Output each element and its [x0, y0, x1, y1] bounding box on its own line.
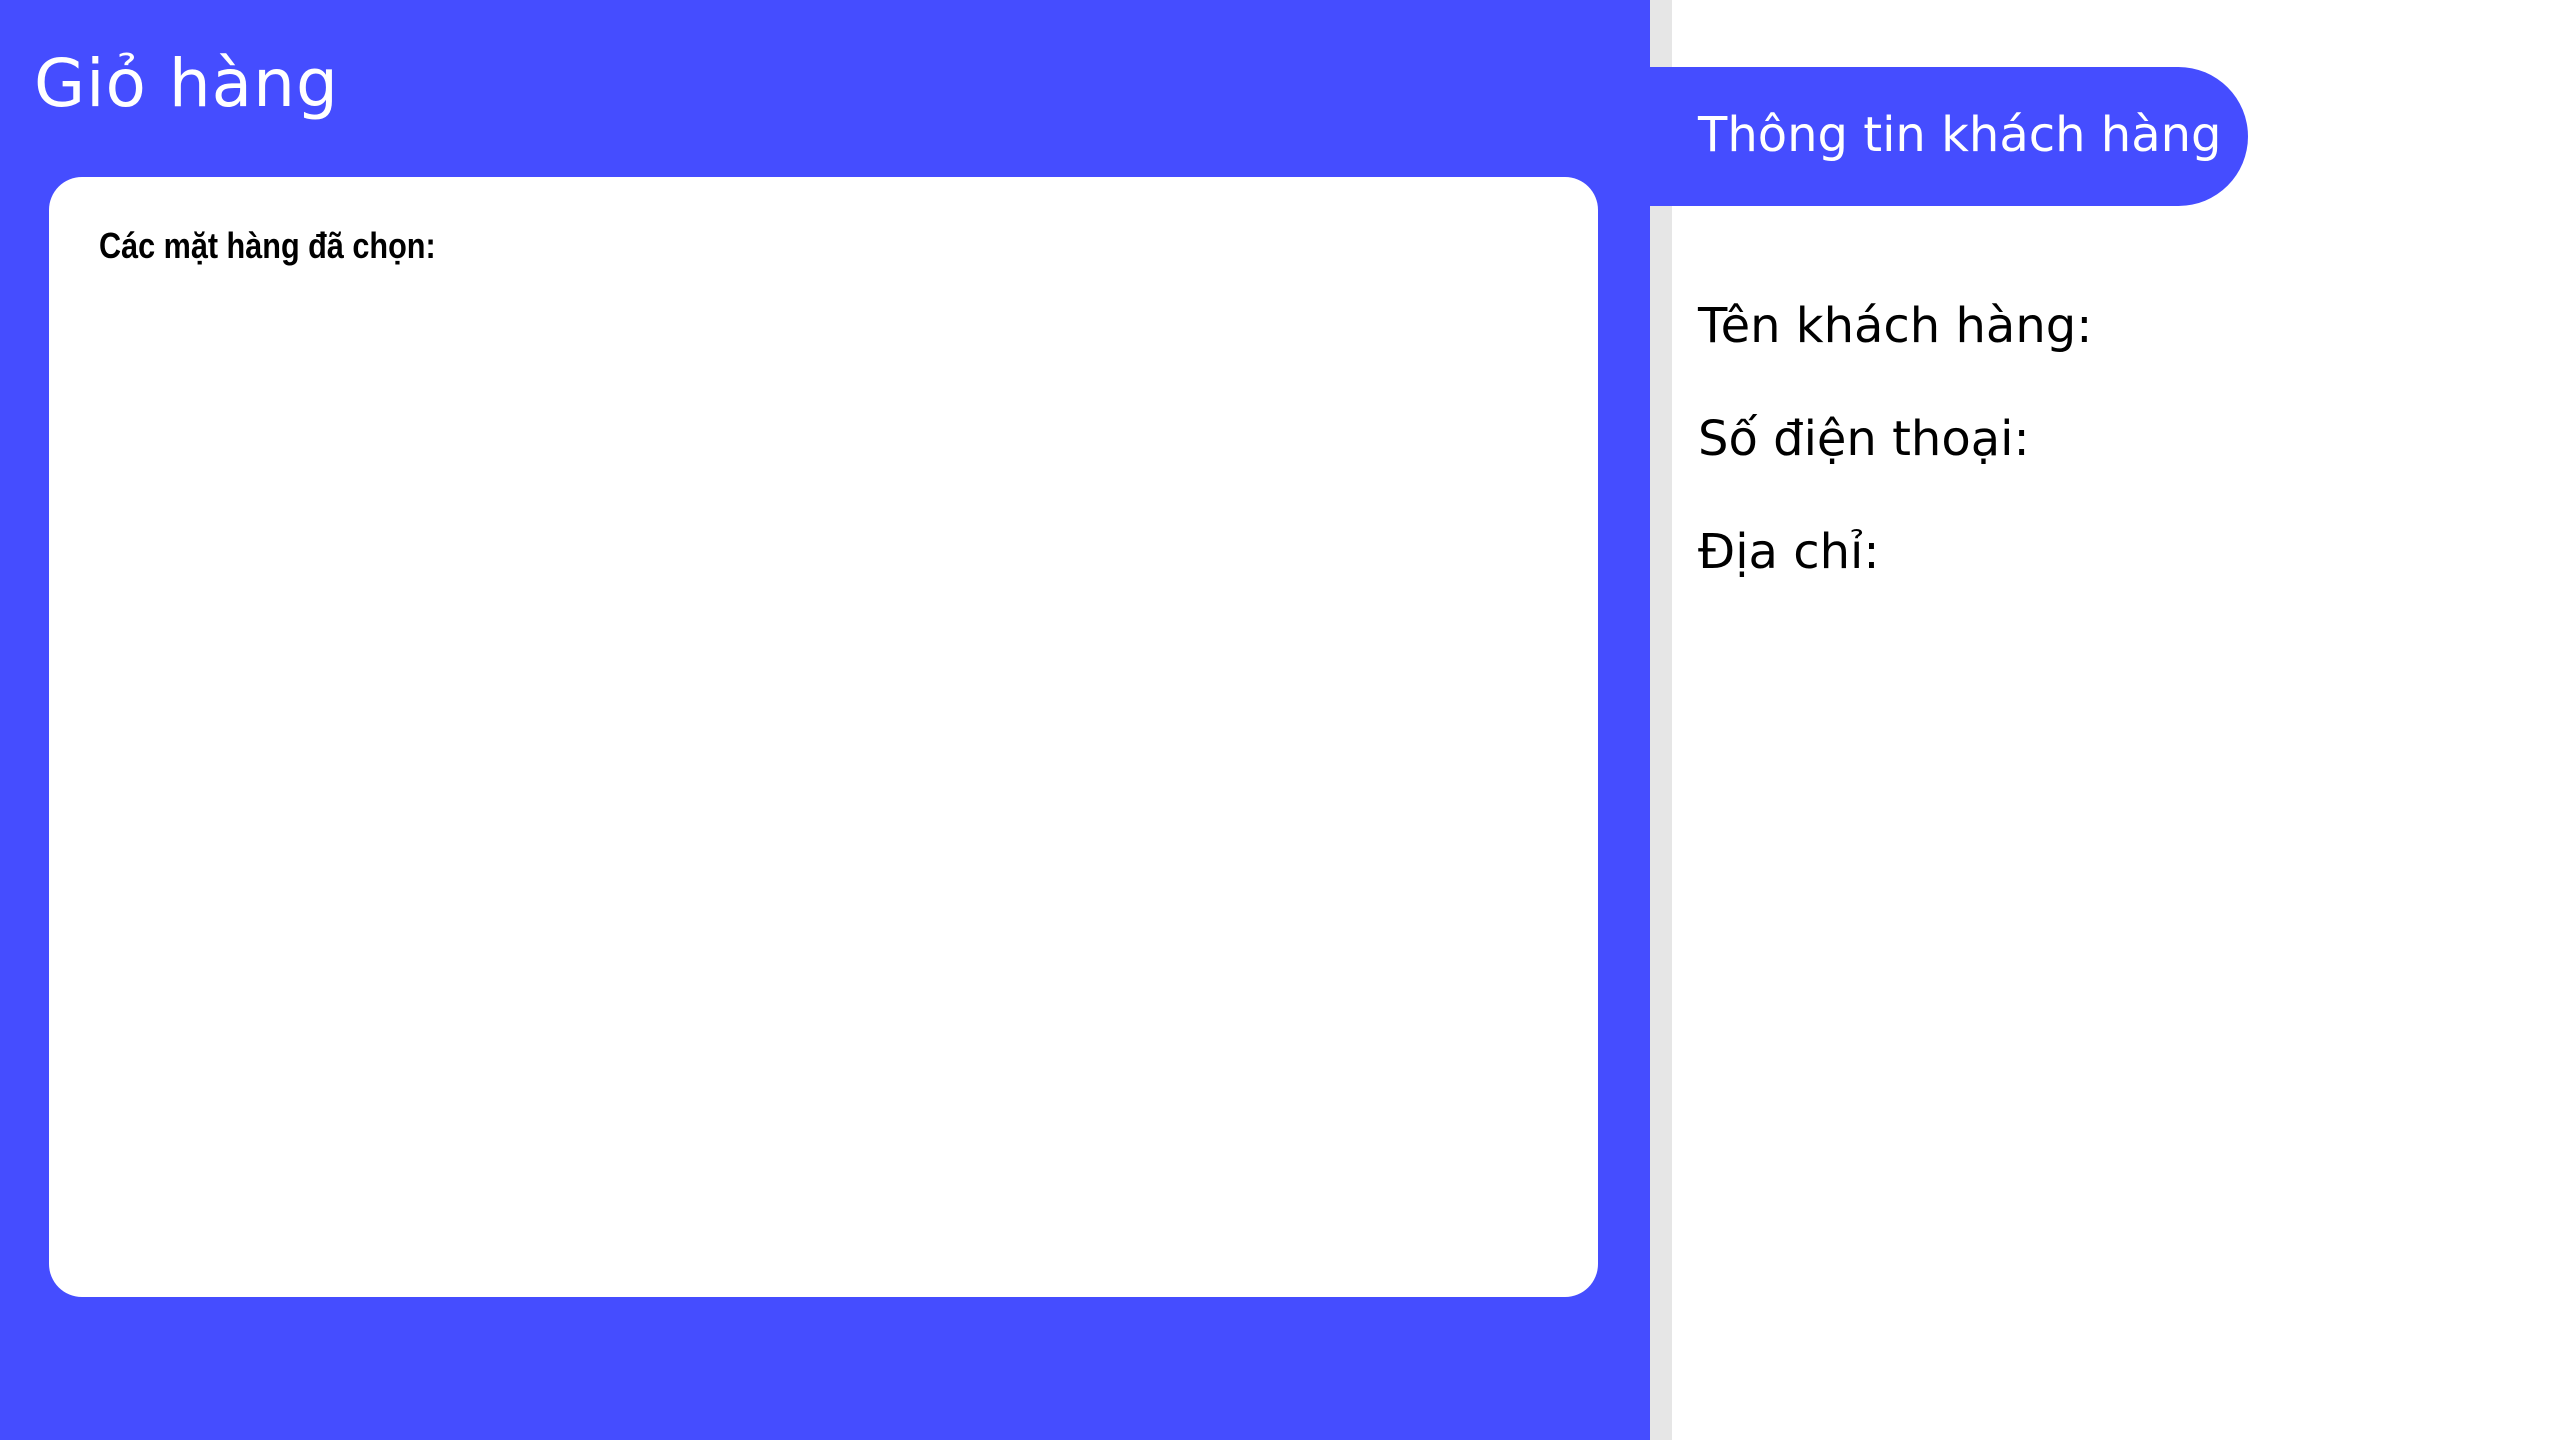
selected-items-box: Các mặt hàng đã chọn: [49, 177, 1598, 1297]
cart-panel: Giỏ hàng Các mặt hàng đã chọn: [0, 0, 1650, 1440]
customer-info-header: Thông tin khách hàng [1650, 67, 2248, 206]
customer-name-label: Tên khách hàng: [1698, 298, 2093, 354]
selected-items-label: Các mặt hàng đã chọn: [99, 225, 436, 266]
panel-divider [1650, 0, 1672, 1440]
phone-number-label: Số điện thoại: [1698, 411, 2030, 467]
address-label: Địa chỉ: [1698, 524, 1880, 580]
checkout-page: Giỏ hàng Các mặt hàng đã chọn: Thông tin… [0, 0, 2560, 1440]
customer-info-title: Thông tin khách hàng [1698, 107, 2222, 163]
cart-title: Giỏ hàng [34, 45, 339, 122]
